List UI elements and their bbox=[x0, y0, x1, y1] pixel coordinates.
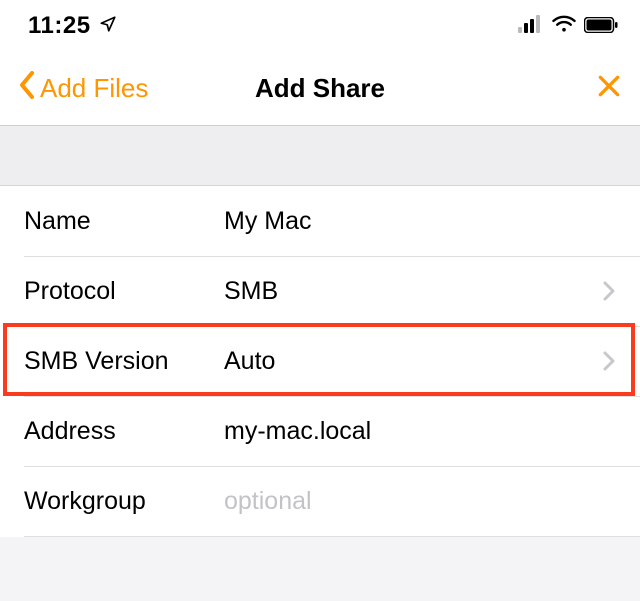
status-bar: 11:25 bbox=[0, 0, 640, 52]
row-protocol-value: SMB bbox=[224, 277, 602, 306]
row-address[interactable]: Address my-mac.local bbox=[0, 396, 640, 466]
row-protocol[interactable]: Protocol SMB bbox=[0, 256, 640, 326]
chevron-right-icon bbox=[602, 350, 616, 372]
status-bar-left: 11:25 bbox=[28, 12, 117, 40]
row-name-label: Name bbox=[24, 207, 224, 236]
wifi-icon bbox=[552, 12, 576, 40]
close-button[interactable] bbox=[596, 73, 622, 104]
row-smb-version[interactable]: SMB Version Auto bbox=[0, 326, 640, 396]
row-address-label: Address bbox=[24, 417, 224, 446]
row-address-value: my-mac.local bbox=[224, 417, 616, 446]
row-smb-version-label: SMB Version bbox=[24, 347, 224, 376]
row-smb-version-value: Auto bbox=[224, 347, 602, 376]
row-workgroup-placeholder: optional bbox=[224, 487, 616, 516]
chevron-right-icon bbox=[602, 280, 616, 302]
cellular-icon bbox=[518, 12, 544, 40]
status-bar-right bbox=[518, 12, 618, 40]
battery-icon bbox=[584, 12, 618, 40]
form-list: Name My Mac Protocol SMB SMB Version Aut… bbox=[0, 186, 640, 537]
location-icon bbox=[99, 12, 117, 40]
status-time: 11:25 bbox=[28, 12, 91, 40]
back-label: Add Files bbox=[40, 73, 148, 104]
close-icon bbox=[596, 73, 622, 104]
nav-bar: Add Files Add Share bbox=[0, 52, 640, 126]
row-name[interactable]: Name My Mac bbox=[0, 186, 640, 256]
chevron-left-icon bbox=[18, 70, 38, 107]
back-button[interactable]: Add Files bbox=[18, 70, 148, 107]
row-protocol-label: Protocol bbox=[24, 277, 224, 306]
row-name-value: My Mac bbox=[224, 207, 616, 236]
section-gap bbox=[0, 126, 640, 186]
row-workgroup[interactable]: Workgroup optional bbox=[0, 466, 640, 536]
row-workgroup-label: Workgroup bbox=[24, 487, 224, 516]
